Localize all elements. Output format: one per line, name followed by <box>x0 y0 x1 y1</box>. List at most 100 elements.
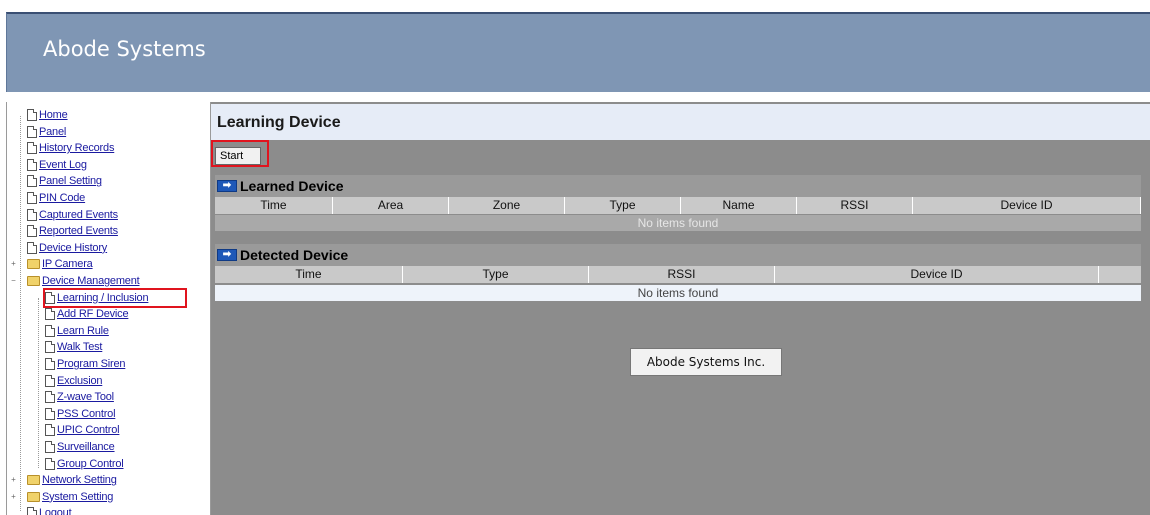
column-header-rssi[interactable]: RSSI <box>797 197 913 214</box>
sidebar-item-walk-test[interactable]: Walk Test <box>45 340 102 354</box>
start-button[interactable]: Start <box>215 147 261 165</box>
arrow-right-icon: ➡ <box>217 180 237 192</box>
expand-icon[interactable]: + <box>10 492 17 500</box>
sidebar-item-label: UPIC Control <box>57 424 120 437</box>
sidebar-item-label: PSS Control <box>57 407 116 420</box>
sidebar-item-captured-events[interactable]: Captured Events <box>27 208 118 222</box>
sidebar-item-label: System Setting <box>42 490 114 503</box>
sidebar-item-label: Logout <box>39 507 72 515</box>
sidebar-item-label: Reported Events <box>39 225 118 238</box>
document-icon <box>45 291 55 304</box>
learned-device-title: Learned Device <box>240 178 344 194</box>
sidebar-item-label: Walk Test <box>57 341 103 354</box>
column-header-device-id[interactable]: Device ID <box>775 266 1099 283</box>
sidebar-item-label: Event Log <box>39 158 87 171</box>
sidebar-item-network-setting[interactable]: Network Setting <box>27 473 117 487</box>
column-header-area[interactable]: Area <box>333 197 449 214</box>
document-icon <box>45 374 55 387</box>
expand-icon[interactable]: + <box>10 260 17 268</box>
column-header-type[interactable]: Type <box>565 197 681 214</box>
sidebar-item-home[interactable]: Home <box>27 108 68 122</box>
sidebar-item-upic-control[interactable]: UPIC Control <box>45 423 120 437</box>
detected-device-header: ➡ Detected Device <box>215 244 1141 266</box>
sidebar-item-label: Surveillance <box>57 441 115 453</box>
detected-device-title: Detected Device <box>240 247 349 263</box>
page-title: Learning Device <box>217 114 341 131</box>
sidebar-item-panel-setting[interactable]: Panel Setting <box>27 174 102 188</box>
sidebar-item-add-rf-device[interactable]: Add RF Device <box>45 307 129 321</box>
sidebar-item-device-management[interactable]: Device Management <box>27 274 140 288</box>
sidebar-item-panel[interactable]: Panel <box>27 125 66 139</box>
document-icon <box>45 441 55 453</box>
sidebar-item-label: Exclusion <box>57 374 103 387</box>
sidebar-item-group-control[interactable]: Group Control <box>45 457 124 471</box>
column-header-rssi[interactable]: RSSI <box>589 266 775 283</box>
sidebar-item-reported-events[interactable]: Reported Events <box>27 224 118 238</box>
column-header-time[interactable]: Time <box>215 197 333 214</box>
app-title: Abode Systems <box>43 37 206 61</box>
sidebar-item-history-records[interactable]: History Records <box>27 141 114 155</box>
document-icon <box>45 358 55 370</box>
main-content: Learning Device Start ➡ Learned Device T… <box>210 102 1150 515</box>
column-header-time[interactable]: Time <box>215 266 403 283</box>
document-icon <box>27 241 37 254</box>
sidebar-item-learn-rule[interactable]: Learn Rule <box>45 324 109 338</box>
folder-icon <box>27 259 40 270</box>
sidebar-item-label: Group Control <box>57 457 124 470</box>
sidebar-item-device-history[interactable]: Device History <box>27 241 107 255</box>
arrow-right-icon: ➡ <box>217 249 237 261</box>
sidebar-item-label: Device History <box>39 241 108 254</box>
document-icon <box>27 142 37 155</box>
sidebar-item-label: Z-wave Tool <box>57 391 114 404</box>
sidebar-item-label: Device Management <box>42 275 140 287</box>
collapse-icon[interactable]: − <box>10 277 17 285</box>
document-icon <box>45 308 55 321</box>
sidebar-item-system-setting[interactable]: System Setting <box>27 490 113 504</box>
document-icon <box>27 125 37 138</box>
sidebar-item-pin-code[interactable]: PIN Code <box>27 191 85 205</box>
tree-line <box>20 116 21 511</box>
sidebar-item-label: PIN Code <box>39 192 86 204</box>
sidebar-item-exclusion[interactable]: Exclusion <box>45 374 102 388</box>
detected-empty-row: No items found <box>215 285 1141 301</box>
expand-icon[interactable]: + <box>10 476 17 484</box>
learned-empty-row: No items found <box>215 215 1141 231</box>
column-header-type[interactable]: Type <box>403 266 589 283</box>
sidebar-item-label: Learning / Inclusion <box>57 291 149 304</box>
document-icon <box>27 175 37 188</box>
sidebar-item-label: Add RF Device <box>57 308 129 321</box>
folder-icon <box>27 276 40 286</box>
sidebar-nav: Home Panel History Records Event Log Panel S… <box>6 102 208 515</box>
document-icon <box>27 225 37 238</box>
column-header-zone[interactable]: Zone <box>449 197 565 214</box>
sidebar-item-event-log[interactable]: Event Log <box>27 158 87 172</box>
document-icon <box>45 407 55 420</box>
sidebar-item-pss-control[interactable]: PSS Control <box>45 407 116 421</box>
sidebar-item-label: History Records <box>39 142 115 155</box>
sidebar-item-z-wave-tool[interactable]: Z-wave Tool <box>45 390 114 404</box>
document-icon <box>27 192 37 204</box>
sidebar-item-label: IP Camera <box>42 258 93 271</box>
document-icon <box>27 158 37 171</box>
sidebar-item-logout[interactable]: Logout <box>27 506 72 515</box>
sidebar-item-program-siren[interactable]: Program Siren <box>45 357 126 371</box>
detected-columns: Time Type RSSI Device ID <box>215 266 1141 283</box>
sidebar-item-ip-camera[interactable]: IP Camera <box>27 257 93 271</box>
document-icon <box>45 424 55 437</box>
document-icon <box>45 457 55 470</box>
column-header-name[interactable]: Name <box>681 197 797 214</box>
sidebar-item-learning-inclusion[interactable]: Learning / Inclusion <box>45 291 149 305</box>
sidebar-item-surveillance[interactable]: Surveillance <box>45 440 115 454</box>
sidebar-item-label: Panel Setting <box>39 175 102 188</box>
tree-line <box>38 298 39 468</box>
sidebar-item-label: Program Siren <box>57 358 126 370</box>
sidebar-item-label: Home <box>39 109 68 121</box>
document-icon <box>27 507 37 515</box>
learned-columns: Time Area Zone Type Name RSSI Device ID <box>215 197 1141 214</box>
footer-company: Abode Systems Inc. <box>630 348 782 376</box>
sidebar-item-label: Network Setting <box>42 474 117 487</box>
folder-icon <box>27 475 40 486</box>
sidebar-item-label: Learn Rule <box>57 324 109 337</box>
column-header-device-id[interactable]: Device ID <box>913 197 1141 214</box>
document-icon <box>45 391 55 404</box>
